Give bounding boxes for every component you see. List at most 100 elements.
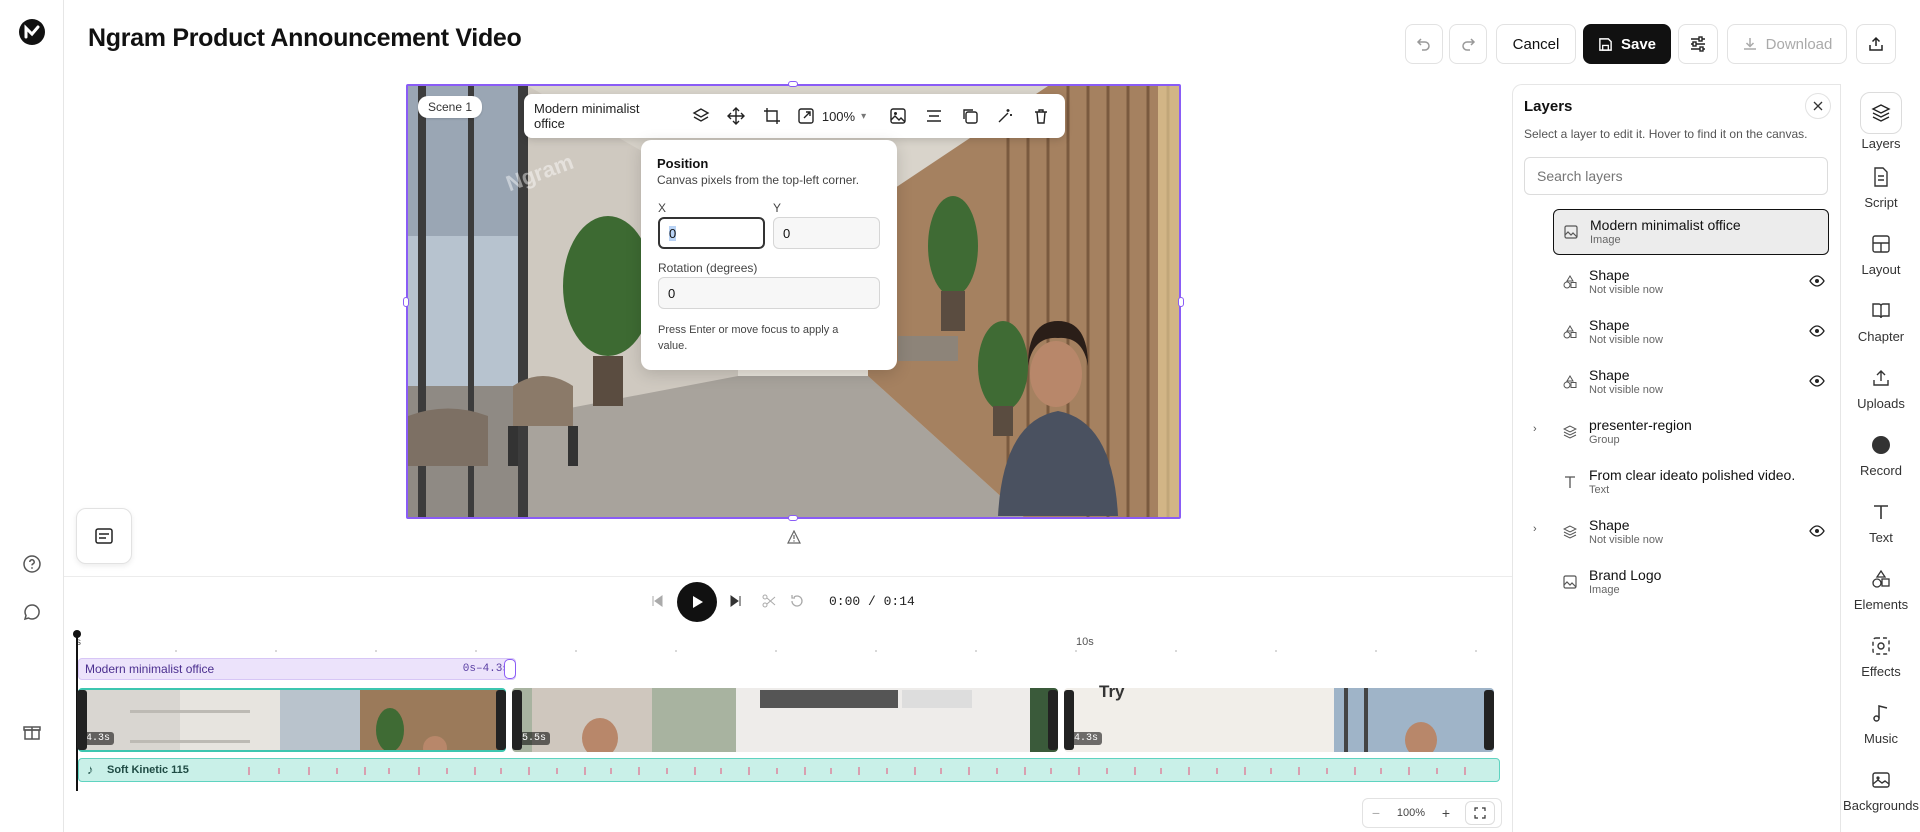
- loop-icon[interactable]: [790, 594, 804, 608]
- cancel-button[interactable]: Cancel: [1496, 24, 1576, 64]
- expand-chevron-icon[interactable]: ›: [1533, 423, 1537, 435]
- background-layer-clip[interactable]: Modern minimalist office 0s–4.3s: [78, 658, 516, 680]
- download-button[interactable]: Download: [1727, 24, 1847, 64]
- resize-handle-top[interactable]: [788, 81, 798, 87]
- layer-item-shape[interactable]: Shape Not visible now: [1553, 359, 1829, 405]
- play-button[interactable]: [677, 582, 717, 622]
- layer-name: Brand Logo: [1589, 567, 1662, 583]
- toolbar-zoom-value[interactable]: 100%: [822, 109, 855, 124]
- toolbar-layer-name[interactable]: Modern minimalist office: [534, 101, 673, 131]
- clip-handle-2-right[interactable]: [1048, 690, 1058, 750]
- rail-item-layout[interactable]: Layout: [1841, 221, 1920, 287]
- layer-item-modern-minimalist-office[interactable]: Modern minimalist office Image: [1553, 209, 1829, 255]
- layers-stack-icon[interactable]: [687, 102, 715, 130]
- project-title[interactable]: Ngram Product Announcement Video: [88, 24, 522, 53]
- popover-subtitle: Canvas pixels from the top-left corner.: [657, 173, 860, 187]
- crop-icon[interactable]: [758, 102, 786, 130]
- scale-icon[interactable]: [792, 102, 820, 130]
- play-icon: [693, 596, 703, 608]
- visibility-eye-icon[interactable]: [1809, 524, 1825, 538]
- popover-hint: Press Enter or move focus to apply a val…: [658, 324, 839, 352]
- x-position-input[interactable]: 0: [658, 217, 765, 249]
- layer-name: Shape: [1589, 267, 1630, 283]
- audio-track[interactable]: ♪ Soft Kinetic 115: [78, 758, 1500, 782]
- layer-item-brand-logo[interactable]: Brand Logo Image: [1553, 559, 1829, 605]
- replace-image-icon[interactable]: [884, 102, 912, 130]
- clip-handle-2-left[interactable]: [512, 690, 522, 750]
- expand-chevron-icon[interactable]: ›: [1533, 523, 1537, 535]
- rail-label: Uploads: [1857, 395, 1905, 411]
- resize-handle-right[interactable]: [1178, 297, 1184, 307]
- layer-type: Not visible now: [1589, 534, 1663, 546]
- layer-item-shape-group[interactable]: Shape Not visible now: [1553, 509, 1829, 555]
- skip-back-icon[interactable]: [650, 594, 664, 608]
- rotation-input[interactable]: 0: [658, 277, 880, 309]
- background-image-icon: [1869, 768, 1893, 792]
- visibility-eye-icon[interactable]: [1809, 324, 1825, 338]
- layer-item-presenter-region[interactable]: presenter-region Group: [1553, 409, 1829, 455]
- zoom-out-button[interactable]: −: [1363, 805, 1389, 821]
- layer-name: Shape: [1589, 317, 1630, 333]
- app-logo-icon[interactable]: [18, 18, 46, 46]
- zoom-in-button[interactable]: +: [1433, 805, 1459, 821]
- script-icon: [1869, 165, 1893, 189]
- rail-item-music[interactable]: Music: [1841, 690, 1920, 756]
- rail-item-chapter[interactable]: Chapter: [1841, 288, 1920, 354]
- rail-item-backgrounds[interactable]: Backgrounds: [1841, 757, 1920, 823]
- save-button[interactable]: Save: [1583, 24, 1671, 64]
- scene-clip-2[interactable]: [512, 688, 1058, 752]
- playhead-knob[interactable]: [73, 630, 81, 638]
- bg-clip-resize-handle[interactable]: [504, 659, 516, 679]
- warning-icon[interactable]: [787, 530, 801, 544]
- image-icon: [1562, 223, 1580, 241]
- record-icon: [1869, 433, 1893, 457]
- resize-handle-bottom[interactable]: [788, 515, 798, 521]
- skip-forward-icon[interactable]: [729, 594, 743, 608]
- layer-item-shape[interactable]: Shape Not visible now: [1553, 259, 1829, 305]
- feedback-icon[interactable]: [20, 600, 44, 624]
- scene-clip-1[interactable]: [78, 688, 506, 752]
- download-label: Download: [1765, 35, 1833, 53]
- bg-clip-range: 0s–4.3s: [462, 663, 509, 675]
- rail-item-text[interactable]: Text: [1841, 489, 1920, 555]
- clip-handle-3-right[interactable]: [1484, 690, 1494, 750]
- time-readout: 0:00 / 0:14: [829, 594, 915, 609]
- visibility-eye-icon[interactable]: [1809, 374, 1825, 388]
- clip-handle-1-right[interactable]: [496, 690, 506, 750]
- clip-handle-3-left[interactable]: [1064, 690, 1074, 750]
- close-panel-button[interactable]: [1805, 93, 1831, 119]
- x-label: X: [658, 201, 667, 215]
- visibility-eye-icon[interactable]: [1809, 274, 1825, 288]
- scene-clip-1-thumbnails: [80, 690, 504, 750]
- layer-item-text[interactable]: From clear ideato polished video. Text: [1553, 459, 1829, 505]
- split-icon[interactable]: [762, 594, 776, 608]
- rail-item-layers[interactable]: Layers: [1841, 88, 1920, 154]
- rail-item-script[interactable]: Script: [1841, 154, 1920, 220]
- audio-track-label: Soft Kinetic 115: [107, 764, 189, 776]
- gift-icon[interactable]: [20, 720, 44, 744]
- help-icon[interactable]: [20, 552, 44, 576]
- layer-type: Not visible now: [1589, 334, 1663, 346]
- delete-icon[interactable]: [1027, 102, 1055, 130]
- y-position-input[interactable]: 0: [773, 217, 880, 249]
- layer-item-shape[interactable]: Shape Not visible now: [1553, 309, 1829, 355]
- rail-item-effects[interactable]: Effects: [1841, 623, 1920, 689]
- clip-handle-1-left[interactable]: [77, 690, 87, 750]
- redo-button[interactable]: [1449, 24, 1487, 64]
- undo-button[interactable]: [1405, 24, 1443, 64]
- scene-clip-3[interactable]: [1064, 688, 1494, 752]
- rail-item-record[interactable]: Record: [1841, 422, 1920, 488]
- rail-item-uploads[interactable]: Uploads: [1841, 355, 1920, 421]
- move-icon[interactable]: [723, 102, 751, 130]
- magic-edit-icon[interactable]: [991, 102, 1019, 130]
- share-button[interactable]: [1856, 24, 1896, 64]
- adjust-settings-button[interactable]: [1678, 24, 1718, 64]
- rail-item-elements[interactable]: Elements: [1841, 556, 1920, 622]
- layers-search-input[interactable]: [1524, 157, 1828, 195]
- chevron-down-icon[interactable]: ▾: [861, 111, 866, 122]
- duplicate-icon[interactable]: [956, 102, 984, 130]
- captions-toggle-button[interactable]: [76, 508, 132, 564]
- resize-handle-left[interactable]: [403, 297, 409, 307]
- fit-timeline-button[interactable]: [1465, 801, 1495, 825]
- align-icon[interactable]: [920, 102, 948, 130]
